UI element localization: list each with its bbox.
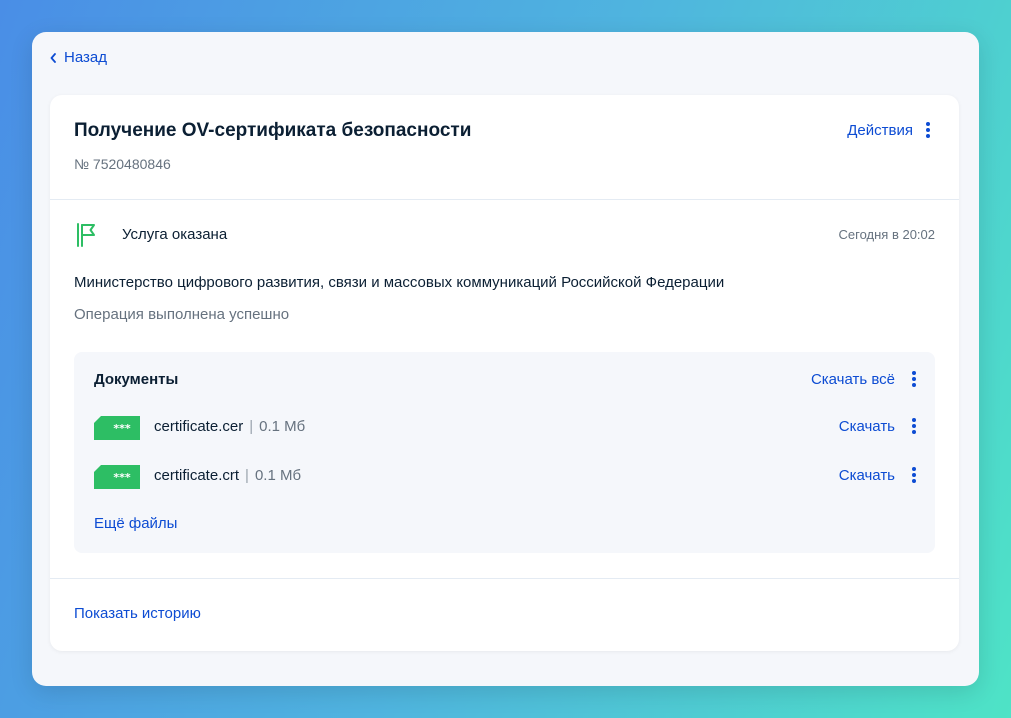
file-actions: Скачать (839, 417, 919, 435)
download-link[interactable]: Скачать (839, 467, 895, 484)
divider (50, 199, 959, 200)
signature-badge-icon: *** (94, 465, 140, 489)
file-name: certificate.cer (154, 418, 244, 435)
actions-label: Действия (847, 121, 913, 139)
back-label: Назад (64, 49, 107, 66)
ministry-name: Министерство цифрового развития, связи и… (74, 274, 725, 291)
show-history-link[interactable]: Показать историю (74, 605, 201, 622)
more-vertical-icon (923, 121, 933, 139)
file-info: certificate.cer | 0.1 Мб (154, 418, 305, 435)
file-actions: Скачать (839, 466, 919, 484)
more-vertical-icon[interactable] (909, 417, 919, 435)
flag-icon (77, 223, 95, 247)
file-size: 0.1 Мб (259, 418, 306, 435)
download-all-group: Скачать всё (811, 370, 919, 388)
page-title: Получение OV-сертификата безопасности (74, 120, 472, 141)
file-size: 0.1 Мб (254, 467, 302, 484)
status-text: Услуга оказана (122, 226, 228, 243)
documents-title: Документы (94, 371, 179, 388)
application-number: № 7520480846 (74, 156, 171, 172)
actions-menu-button[interactable]: Действия (847, 121, 933, 139)
download-all-link[interactable]: Скачать всё (811, 371, 895, 388)
file-row: *** certificate.cer | 0.1 Мб Скачать (94, 414, 919, 440)
back-link[interactable]: Назад (50, 49, 107, 66)
operation-result: Операция выполнена успешно (74, 306, 290, 323)
file-name: certificate.crt (154, 467, 240, 484)
file-separator: | (249, 418, 254, 435)
badge-text: *** (113, 422, 131, 435)
signature-badge-icon: *** (94, 416, 140, 440)
file-separator: | (245, 467, 249, 484)
badge-text: *** (113, 471, 131, 484)
app-window: Назад Получение OV-сертификата безопасно… (32, 32, 979, 686)
documents-panel: Документы Скачать всё *** certificate.ce… (74, 352, 935, 553)
more-vertical-icon[interactable] (909, 370, 919, 388)
file-row: *** certificate.crt | 0.1 Мб Скачать (94, 463, 919, 489)
chevron-left-icon (50, 52, 56, 63)
divider (50, 578, 959, 579)
download-link[interactable]: Скачать (839, 418, 895, 435)
more-vertical-icon[interactable] (909, 466, 919, 484)
status-timestamp: Сегодня в 20:02 (838, 227, 935, 242)
more-files-link[interactable]: Ещё файлы (94, 515, 177, 532)
file-info: certificate.crt | 0.1 Мб (154, 467, 301, 484)
service-card: Получение OV-сертификата безопасности № … (50, 95, 959, 651)
